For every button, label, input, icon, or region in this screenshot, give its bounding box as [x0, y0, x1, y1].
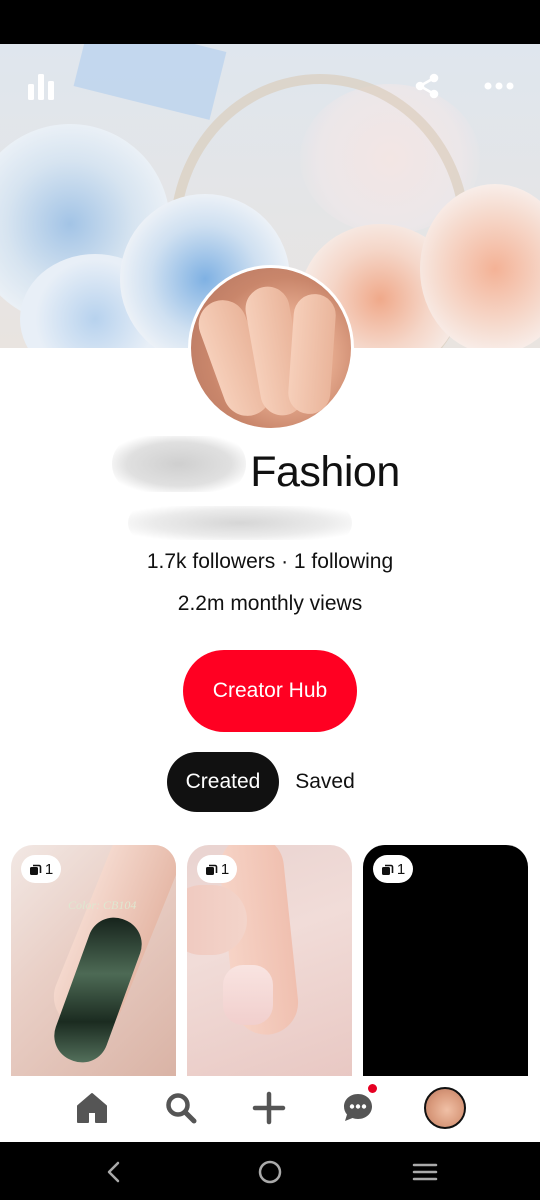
- tab-created[interactable]: Created: [167, 752, 279, 812]
- recents-icon[interactable]: [405, 1152, 445, 1192]
- handle-redaction: [128, 506, 352, 540]
- pin-count-badge: 1: [21, 855, 61, 883]
- home-circle-icon[interactable]: [250, 1152, 290, 1192]
- multi-page-icon: [29, 864, 42, 875]
- pin-count-badge: 1: [373, 855, 413, 883]
- home-icon[interactable]: [70, 1086, 114, 1130]
- plus-icon[interactable]: [247, 1086, 291, 1130]
- notification-dot: [368, 1084, 377, 1093]
- multi-page-icon: [205, 864, 218, 875]
- pin-count-badge: 1: [197, 855, 237, 883]
- profile-nav-avatar[interactable]: [423, 1086, 467, 1130]
- more-options-icon[interactable]: [479, 66, 519, 106]
- monthly-views: 2.2m monthly views: [177, 592, 363, 615]
- bottom-navigation: [0, 1076, 540, 1142]
- creator-hub-button[interactable]: Creator Hub: [183, 650, 357, 732]
- analytics-icon[interactable]: [21, 66, 61, 106]
- pin-image-text: Color: CB104: [68, 898, 137, 912]
- pin-card[interactable]: Color: CB104 1: [11, 845, 176, 1085]
- profile-name: Fashion: [250, 448, 400, 496]
- tab-saved[interactable]: Saved: [286, 752, 364, 812]
- share-icon[interactable]: [407, 66, 447, 106]
- system-navigation-bar: [0, 1142, 540, 1200]
- follower-stats[interactable]: 1.7k followers · 1 following: [0, 547, 540, 577]
- status-bar: [0, 0, 540, 44]
- search-icon[interactable]: [159, 1086, 203, 1130]
- pin-card[interactable]: 1: [187, 845, 352, 1085]
- profile-avatar[interactable]: [188, 265, 354, 431]
- back-icon[interactable]: [94, 1152, 134, 1192]
- pin-card[interactable]: 1: [363, 845, 528, 1085]
- multi-page-icon: [381, 864, 394, 875]
